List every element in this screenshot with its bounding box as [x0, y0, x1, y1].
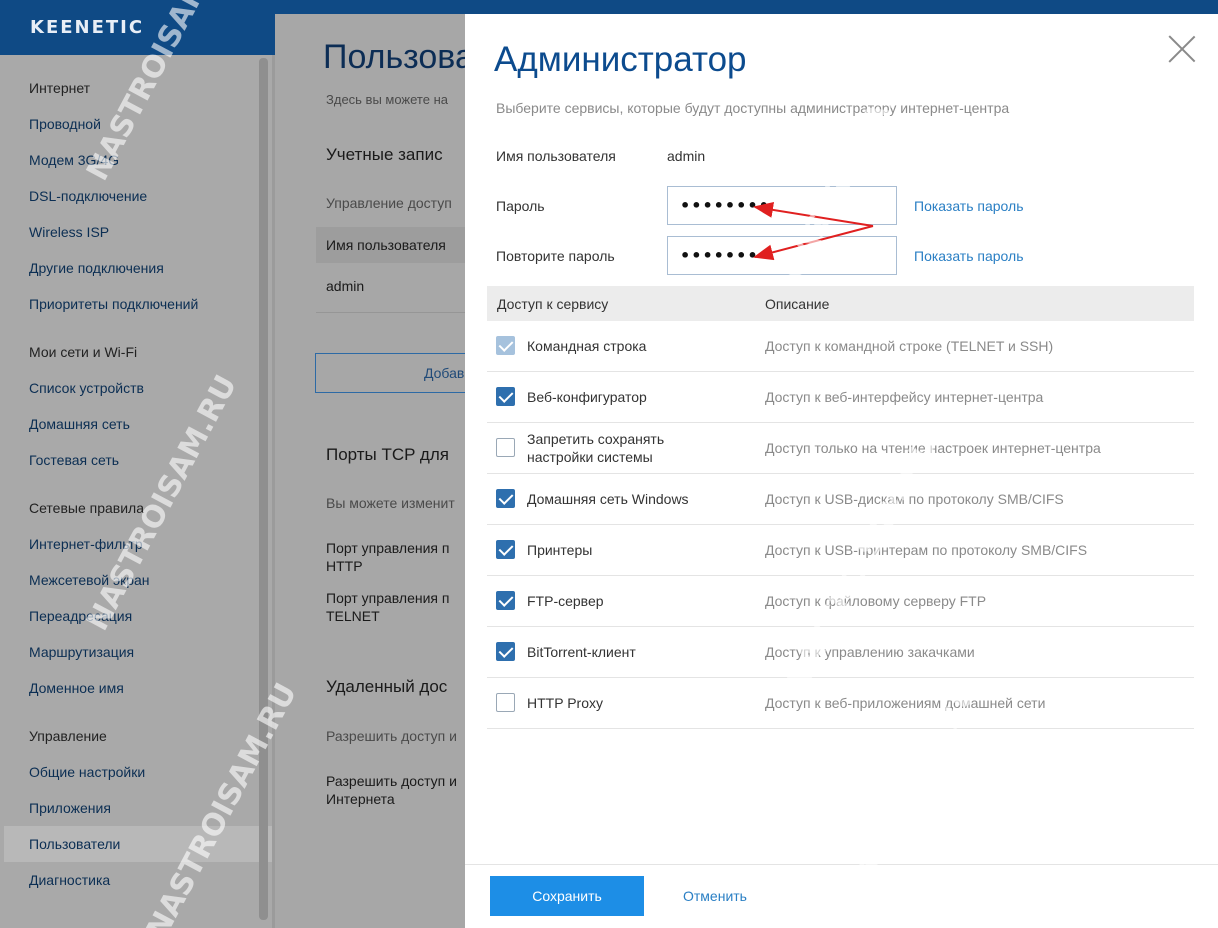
- divider: [316, 312, 476, 313]
- service-description: Доступ к веб-интерфейсу интернет-центра: [765, 389, 1044, 405]
- accounts-heading: Учетные запис: [326, 145, 443, 164]
- service-checkbox[interactable]: [496, 438, 515, 457]
- table-row: Командная строка Доступ к командной строк…: [487, 321, 1194, 372]
- service-checkbox[interactable]: [496, 591, 515, 610]
- remote-access-label: Разрешить доступ и Интернета: [326, 773, 457, 807]
- sidebar-item[interactable]: DSL-подключение: [0, 178, 272, 214]
- keenetic-logo[interactable]: KEENETIC: [30, 17, 144, 38]
- service-description: Доступ к управлению закачками: [765, 644, 975, 660]
- service-description: Доступ только на чтение настроек интерне…: [765, 440, 1101, 456]
- sidebar-item[interactable]: Другие подключения: [0, 250, 272, 286]
- table-row: Запретить сохранять настройки системы Дос…: [487, 423, 1194, 474]
- sidebar-group-title: Сетевые правила: [29, 500, 145, 516]
- sidebar: KEENETIC Интернет Проводной Модем 3G/4G DSL…: [0, 0, 275, 928]
- page-description: Здесь вы можете на: [326, 92, 448, 107]
- ports-subtitle: Вы можете изменит: [326, 495, 455, 511]
- sidebar-item[interactable]: Маршрутизация: [0, 634, 272, 670]
- table-row: Домашняя сеть Windows Доступ к USB-дискам…: [487, 474, 1194, 525]
- sidebar-item[interactable]: Проводной: [0, 106, 272, 142]
- sidebar-nav: Интернет Проводной Модем 3G/4G DSL-подключе…: [0, 70, 272, 898]
- cancel-button[interactable]: Отменить: [683, 888, 747, 904]
- service-name: BitTorrent-клиент: [527, 644, 636, 660]
- sidebar-item[interactable]: Приоритеты подключений: [0, 286, 272, 322]
- service-checkbox[interactable]: [496, 489, 515, 508]
- service-description: Доступ к веб-приложениям домашней сети: [765, 695, 1046, 711]
- close-icon[interactable]: [1167, 34, 1197, 64]
- sidebar-item[interactable]: Межсетевой экран: [0, 562, 272, 598]
- service-description: Доступ к USB-дискам по протоколу SMB/CIF…: [765, 491, 1064, 507]
- table-row: FTP-сервер Доступ к файловому серверу FTP: [487, 576, 1194, 627]
- ports-heading: Порты TCP для: [326, 445, 449, 464]
- service-name: Командная строка: [527, 338, 647, 354]
- repeat-password-field[interactable]: ••••••••: [667, 236, 897, 275]
- username-value: admin: [667, 148, 706, 164]
- sidebar-item[interactable]: Модем 3G/4G: [0, 142, 272, 178]
- admin-modal: Администратор Выберите сервисы, которые …: [465, 14, 1218, 928]
- table-row: HTTP Proxy Доступ к веб-приложениям домаш…: [487, 678, 1194, 729]
- col-description-header: Описание: [765, 296, 830, 312]
- show-password-link[interactable]: Показать пароль: [914, 198, 1024, 214]
- users-table-header: Имя пользователя: [316, 227, 476, 263]
- service-description: Доступ к USB-принтерам по протоколу SMB/…: [765, 542, 1088, 558]
- port-telnet-label: Порт управления п TELNET: [326, 590, 450, 624]
- table-row: Принтеры Доступ к USB-принтерам по проток…: [487, 525, 1194, 576]
- table-row: Веб-конфигуратор Доступ к веб-интерфейсу …: [487, 372, 1194, 423]
- services-rows: Командная строка Доступ к командной строк…: [487, 321, 1194, 729]
- sidebar-item[interactable]: Интернет-фильтр: [0, 526, 272, 562]
- services-table-header: Доступ к сервису Описание: [487, 286, 1194, 321]
- sidebar-item[interactable]: Переадресация: [0, 598, 272, 634]
- save-button[interactable]: Сохранить: [490, 876, 644, 916]
- service-name: Домашняя сеть Windows: [527, 491, 689, 507]
- sidebar-item[interactable]: Домашняя сеть: [0, 406, 272, 442]
- add-user-button[interactable]: Добав: [315, 353, 485, 393]
- remote-heading: Удаленный дос: [326, 677, 448, 696]
- service-checkbox: [496, 336, 515, 355]
- sidebar-item[interactable]: Доменное имя: [0, 670, 272, 706]
- service-name: FTP-сервер: [527, 593, 604, 609]
- username-label: Имя пользователя: [496, 148, 616, 164]
- users-table-row[interactable]: admin: [326, 278, 364, 294]
- port-http-label: Порт управления п HTTP: [326, 540, 450, 574]
- sidebar-group-title: Интернет: [29, 80, 91, 96]
- sidebar-item[interactable]: Wireless ISP: [0, 214, 272, 250]
- password-label: Пароль: [496, 198, 545, 214]
- logo-bar: KEENETIC: [0, 0, 275, 55]
- sidebar-item[interactable]: Список устройств: [0, 370, 272, 406]
- service-checkbox[interactable]: [496, 693, 515, 712]
- password-field[interactable]: ••••••••: [667, 186, 897, 225]
- modal-title: Администратор: [494, 40, 747, 79]
- sidebar-item[interactable]: Гостевая сеть: [0, 442, 272, 478]
- table-row: BitTorrent-клиент Доступ к управлению зак…: [487, 627, 1194, 678]
- sidebar-item[interactable]: Пользователи: [4, 826, 272, 862]
- show-repeat-password-link[interactable]: Показать пароль: [914, 248, 1024, 264]
- col-service-header: Доступ к сервису: [497, 296, 609, 312]
- modal-description: Выберите сервисы, которые будут доступны…: [496, 100, 1010, 116]
- footer-divider: [465, 864, 1218, 865]
- service-description: Доступ к командной строке (TELNET и SSH): [765, 338, 1054, 354]
- repeat-password-label: Повторите пароль: [496, 248, 615, 264]
- sidebar-item[interactable]: Диагностика: [0, 862, 272, 898]
- sidebar-scrollbar[interactable]: [259, 58, 268, 920]
- sidebar-item[interactable]: Общие настройки: [0, 754, 272, 790]
- sidebar-item[interactable]: Приложения: [0, 790, 272, 826]
- service-checkbox[interactable]: [496, 387, 515, 406]
- service-name: HTTP Proxy: [527, 695, 603, 711]
- service-name: Принтеры: [527, 542, 593, 558]
- service-name: Запретить сохранять настройки системы: [527, 431, 665, 465]
- service-description: Доступ к файловому серверу FTP: [765, 593, 987, 609]
- service-name: Веб-конфигуратор: [527, 389, 647, 405]
- remote-subtitle: Разрешить доступ и: [326, 728, 457, 744]
- services-table: Доступ к сервису Описание Командная стро…: [487, 286, 1194, 729]
- sidebar-group-title: Мои сети и Wi-Fi: [29, 344, 138, 360]
- accounts-subtitle: Управление доступ: [326, 195, 452, 211]
- service-checkbox[interactable]: [496, 540, 515, 559]
- service-checkbox[interactable]: [496, 642, 515, 661]
- sidebar-group-title: Управление: [29, 728, 107, 744]
